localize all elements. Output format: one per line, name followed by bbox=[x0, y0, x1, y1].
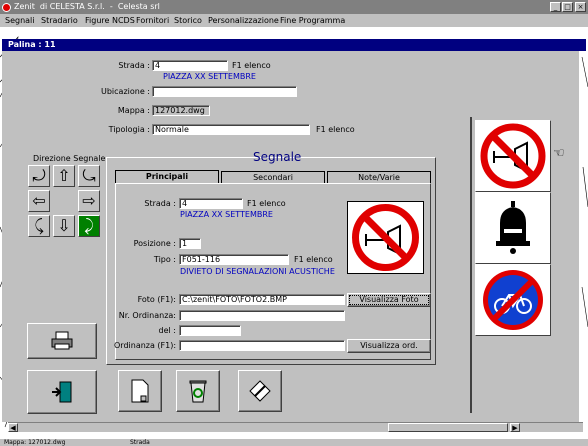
menu-stradario[interactable]: Stradario bbox=[41, 14, 78, 27]
no-horn-sign-icon bbox=[352, 204, 419, 271]
foto-label: Foto (F1): bbox=[137, 295, 176, 304]
app-icon bbox=[2, 3, 11, 12]
printer-icon bbox=[51, 331, 73, 350]
segnale-strada-hint: F1 elenco bbox=[247, 199, 286, 208]
maximize-button[interactable]: □ bbox=[562, 2, 573, 12]
foto-input[interactable]: C:\zenit\FOTO\FOTO2.BMP bbox=[179, 294, 345, 305]
title-bar: Zenit di CELESTA S.r.l. - Celesta srl _ … bbox=[0, 0, 588, 14]
menu-figure-ncds[interactable]: Figure NCDS bbox=[85, 14, 135, 27]
direction-right-rotate-icon[interactable]: ⤿ bbox=[78, 165, 100, 187]
segnale-strada-label: Strada : bbox=[144, 199, 176, 208]
pointing-hand-icon: ☜ bbox=[553, 146, 565, 161]
ubicazione-input[interactable] bbox=[152, 86, 297, 97]
warning-bell-sign-icon bbox=[496, 201, 530, 254]
direction-center bbox=[53, 190, 75, 212]
direzione-label: Direzione Segnale bbox=[33, 154, 106, 163]
minimize-button[interactable]: _ bbox=[550, 2, 561, 12]
erase-button[interactable] bbox=[238, 370, 282, 412]
strada-name: PIAZZA XX SETTEMBRE bbox=[163, 72, 256, 81]
new-page-icon bbox=[131, 379, 149, 403]
menu-fine-programma[interactable]: Fine Programma bbox=[280, 14, 345, 27]
tab-principali[interactable]: Principali bbox=[115, 170, 219, 184]
ordinanza-nr-label: Nr. Ordinanza: bbox=[118, 311, 176, 320]
scroll-right-icon[interactable]: ▶ bbox=[510, 423, 520, 432]
new-document-button[interactable] bbox=[118, 370, 162, 412]
segnale-strada-input[interactable]: 4 bbox=[179, 198, 243, 209]
tipo-input[interactable]: F051-116 bbox=[179, 254, 289, 265]
sign-preview bbox=[347, 201, 424, 274]
segnale-strada-name: PIAZZA XX SETTEMBRE bbox=[180, 210, 273, 219]
mappa-field: 127012.dwg bbox=[152, 105, 210, 116]
menu-fornitori[interactable]: Fornitori bbox=[136, 14, 169, 27]
print-button[interactable] bbox=[27, 323, 97, 359]
exit-door-icon bbox=[52, 381, 72, 403]
tipo-name: DIVIETO DI SEGNALAZIONI ACUSTICHE bbox=[180, 267, 335, 276]
tipo-label: Tipo : bbox=[153, 255, 176, 264]
visualizza-ordinanza-button[interactable]: Visualizza ord. bbox=[347, 339, 431, 353]
strada-hint: F1 elenco bbox=[232, 61, 271, 70]
menu-segnali[interactable]: Segnali bbox=[5, 14, 35, 27]
ordinanza-label: Ordinanza (F1): bbox=[114, 341, 177, 350]
posizione-input[interactable]: 1 bbox=[179, 238, 201, 249]
direction-down-icon[interactable]: ⇩ bbox=[53, 215, 75, 237]
direction-down-right-icon[interactable]: ⤸ bbox=[78, 215, 100, 237]
scroll-thumb[interactable] bbox=[388, 423, 508, 432]
window-title: Zenit di CELESTA S.r.l. - Celesta srl bbox=[14, 2, 160, 11]
direction-down-left-icon[interactable]: ⤹ bbox=[28, 215, 50, 237]
eraser-icon bbox=[249, 380, 271, 402]
tipo-hint: F1 elenco bbox=[294, 255, 333, 264]
sign-slot-3[interactable] bbox=[475, 264, 551, 336]
status-bar: Mappa: 127012.dwg Strada bbox=[0, 439, 588, 446]
menu-storico[interactable]: Storico bbox=[174, 14, 202, 27]
tipologia-hint: F1 elenco bbox=[316, 125, 355, 134]
document-title: Palina : 11 bbox=[8, 40, 56, 49]
direction-left-rotate-icon[interactable]: ⤾ bbox=[28, 165, 50, 187]
strada-label: Strada : bbox=[118, 61, 150, 70]
del-label: del : bbox=[158, 326, 176, 335]
menu-personalizzazione[interactable]: Personalizzazione bbox=[208, 14, 279, 27]
close-button[interactable]: × bbox=[575, 2, 586, 12]
sign-slot-1[interactable] bbox=[475, 120, 551, 192]
document-title-bar: Palina : 11 bbox=[2, 39, 586, 51]
direction-right-icon[interactable]: ⇨ bbox=[78, 190, 100, 212]
tipologia-input[interactable]: Normale bbox=[152, 124, 310, 135]
delete-button[interactable] bbox=[176, 370, 220, 412]
strada-input[interactable]: 4 bbox=[152, 60, 228, 71]
segnale-title: Segnale bbox=[253, 150, 302, 164]
horizontal-scrollbar[interactable]: ◀ ▶ bbox=[8, 422, 583, 432]
menu-bar: Segnali Stradario Figure NCDS Fornitori … bbox=[0, 14, 588, 27]
status-strada: Strada bbox=[130, 439, 150, 446]
status-mappa: Mappa: 127012.dwg bbox=[4, 439, 66, 446]
exit-button[interactable] bbox=[27, 370, 97, 414]
posizione-label: Posizione : bbox=[133, 239, 176, 248]
direction-left-icon[interactable]: ⇦ bbox=[28, 190, 50, 212]
recycle-bin-icon bbox=[189, 380, 207, 403]
sign-column-divider bbox=[470, 117, 472, 413]
ordinanza-input[interactable] bbox=[179, 340, 345, 351]
tipologia-label: Tipologia : bbox=[108, 125, 150, 134]
mappa-label: Mappa : bbox=[117, 106, 150, 115]
ubicazione-label: Ubicazione : bbox=[100, 87, 150, 96]
ordinanza-nr-input[interactable] bbox=[179, 310, 345, 321]
no-bicycle-sign-icon bbox=[483, 270, 543, 330]
direction-up-icon[interactable]: ⇧ bbox=[53, 165, 75, 187]
no-horn-sign-icon bbox=[480, 123, 546, 189]
scroll-left-icon[interactable]: ◀ bbox=[8, 423, 18, 432]
visualizza-foto-button[interactable]: Visualizza Foto bbox=[347, 293, 431, 307]
del-input[interactable] bbox=[179, 325, 241, 336]
sign-slot-2[interactable] bbox=[475, 192, 551, 264]
